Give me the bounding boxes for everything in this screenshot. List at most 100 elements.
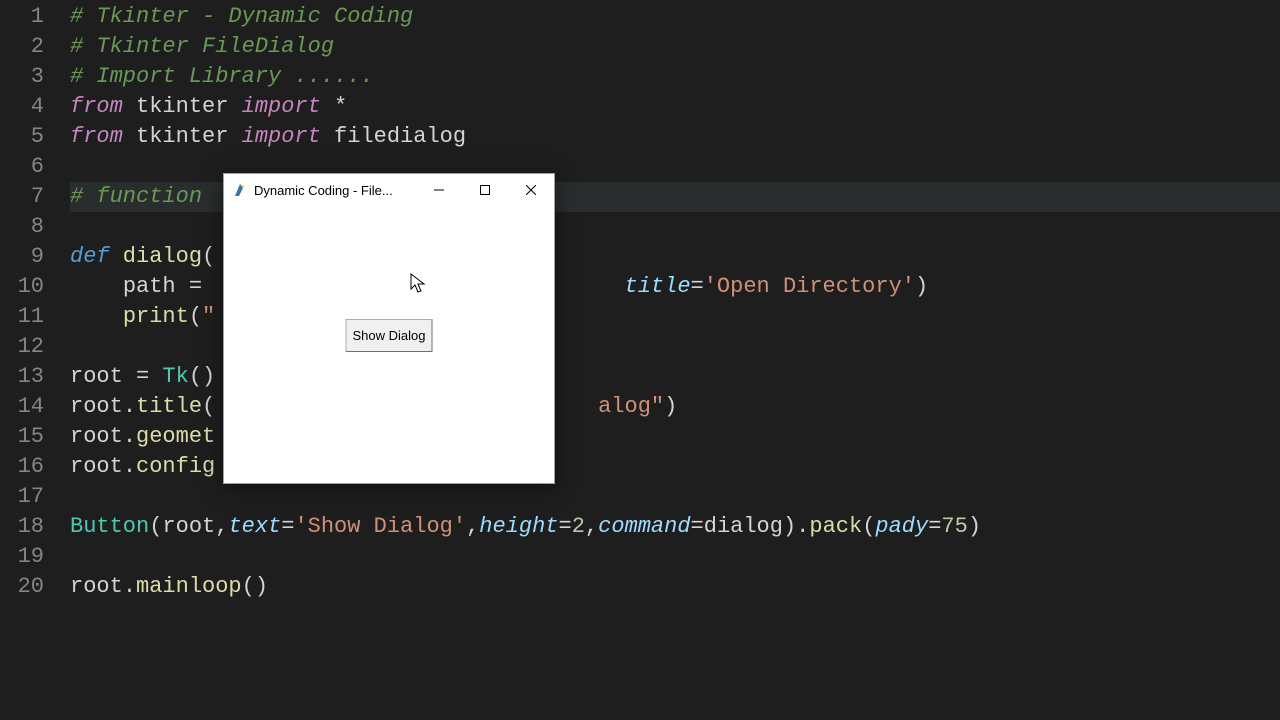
code-text: ( (149, 514, 162, 539)
tkinter-window[interactable]: Dynamic Coding - File... Show Dialog (223, 173, 555, 484)
line-number: 3 (0, 62, 44, 92)
code-text: alog" (598, 394, 664, 419)
code-text: # function (70, 184, 202, 209)
code-text: root (70, 574, 123, 599)
line-number: 20 (0, 572, 44, 602)
line-number: 7 (0, 182, 44, 212)
code-text: 'Show Dialog' (294, 514, 466, 539)
close-button[interactable] (508, 174, 554, 206)
code-text: root (70, 454, 123, 479)
code-text: height (479, 514, 558, 539)
code-text: mainloop (136, 574, 242, 599)
code-text: pack (809, 514, 862, 539)
code-text: pady (875, 514, 928, 539)
code-text: ( (862, 514, 875, 539)
code-text: = (123, 364, 163, 389)
code-text: . (123, 424, 136, 449)
code-text: " (202, 304, 215, 329)
code-text (70, 304, 123, 329)
code-text: text (228, 514, 281, 539)
code-text: = (281, 514, 294, 539)
code-text: # Tkinter FileDialog (70, 34, 334, 59)
window-body: Show Dialog (224, 206, 554, 483)
line-number: 19 (0, 542, 44, 572)
code-text: . (123, 454, 136, 479)
line-number: 11 (0, 302, 44, 332)
code-text: path (123, 274, 176, 299)
code-text: command (598, 514, 690, 539)
code-text: = (176, 274, 216, 299)
code-text: ) (783, 514, 796, 539)
code-text: ( (202, 394, 215, 419)
code-text: = (559, 514, 572, 539)
line-number: 12 (0, 332, 44, 362)
line-number: 6 (0, 152, 44, 182)
minimize-button[interactable] (416, 174, 462, 206)
code-text: import (242, 124, 321, 149)
code-text: . (123, 574, 136, 599)
code-text: , (215, 514, 228, 539)
line-number: 1 (0, 2, 44, 32)
line-number: 2 (0, 32, 44, 62)
code-text: Button (70, 514, 149, 539)
code-text: # Tkinter - Dynamic Coding (70, 4, 413, 29)
code-text: import (242, 94, 321, 119)
code-text: ) (664, 394, 677, 419)
code-text: title (625, 274, 691, 299)
code-text: dialog (704, 514, 783, 539)
code-text: ) (968, 514, 981, 539)
code-text: def (70, 244, 110, 269)
window-controls (416, 174, 554, 206)
code-text: = (691, 514, 704, 539)
code-text: tkinter (123, 94, 242, 119)
code-text: geomet (136, 424, 215, 449)
code-text: Tk (162, 364, 188, 389)
line-number: 9 (0, 242, 44, 272)
code-text: filedialog (321, 124, 466, 149)
code-text: ( (189, 304, 202, 329)
code-text: from (70, 94, 123, 119)
maximize-button[interactable] (462, 174, 508, 206)
code-text: 75 (941, 514, 967, 539)
tkinter-feather-icon (232, 182, 248, 198)
line-number: 15 (0, 422, 44, 452)
line-number: 8 (0, 212, 44, 242)
code-text: root (70, 364, 123, 389)
line-number: 14 (0, 392, 44, 422)
code-text: = (928, 514, 941, 539)
code-text: config (136, 454, 215, 479)
show-dialog-button[interactable]: Show Dialog (346, 319, 433, 352)
code-text: . (796, 514, 809, 539)
code-text: dialog (110, 244, 202, 269)
code-text: () (242, 574, 268, 599)
code-text: 'Open Directory' (704, 274, 915, 299)
code-text: = (691, 274, 704, 299)
window-title: Dynamic Coding - File... (254, 183, 416, 198)
code-text: . (123, 394, 136, 419)
code-text: root (70, 394, 123, 419)
line-number: 18 (0, 512, 44, 542)
line-number: 13 (0, 362, 44, 392)
line-number: 17 (0, 482, 44, 512)
line-number: 4 (0, 92, 44, 122)
code-text: 2 (572, 514, 585, 539)
code-text (70, 274, 123, 299)
code-text: print (123, 304, 189, 329)
code-text: () (189, 364, 215, 389)
line-number: 16 (0, 452, 44, 482)
line-number: 5 (0, 122, 44, 152)
code-editor: 1 2 3 4 5 6 7 8 9 10 11 12 13 14 15 16 1… (0, 0, 1280, 720)
code-text: root (70, 424, 123, 449)
code-text: # Import Library ...... (70, 64, 374, 89)
code-text: tkinter (123, 124, 242, 149)
line-number: 10 (0, 272, 44, 302)
code-text: ) (915, 274, 928, 299)
code-text: , (466, 514, 479, 539)
code-text: ( (202, 244, 215, 269)
code-text: * (321, 94, 347, 119)
code-text: from (70, 124, 123, 149)
window-titlebar[interactable]: Dynamic Coding - File... (224, 174, 554, 206)
code-text: , (585, 514, 598, 539)
code-text: root (162, 514, 215, 539)
line-number-gutter: 1 2 3 4 5 6 7 8 9 10 11 12 13 14 15 16 1… (0, 0, 62, 720)
